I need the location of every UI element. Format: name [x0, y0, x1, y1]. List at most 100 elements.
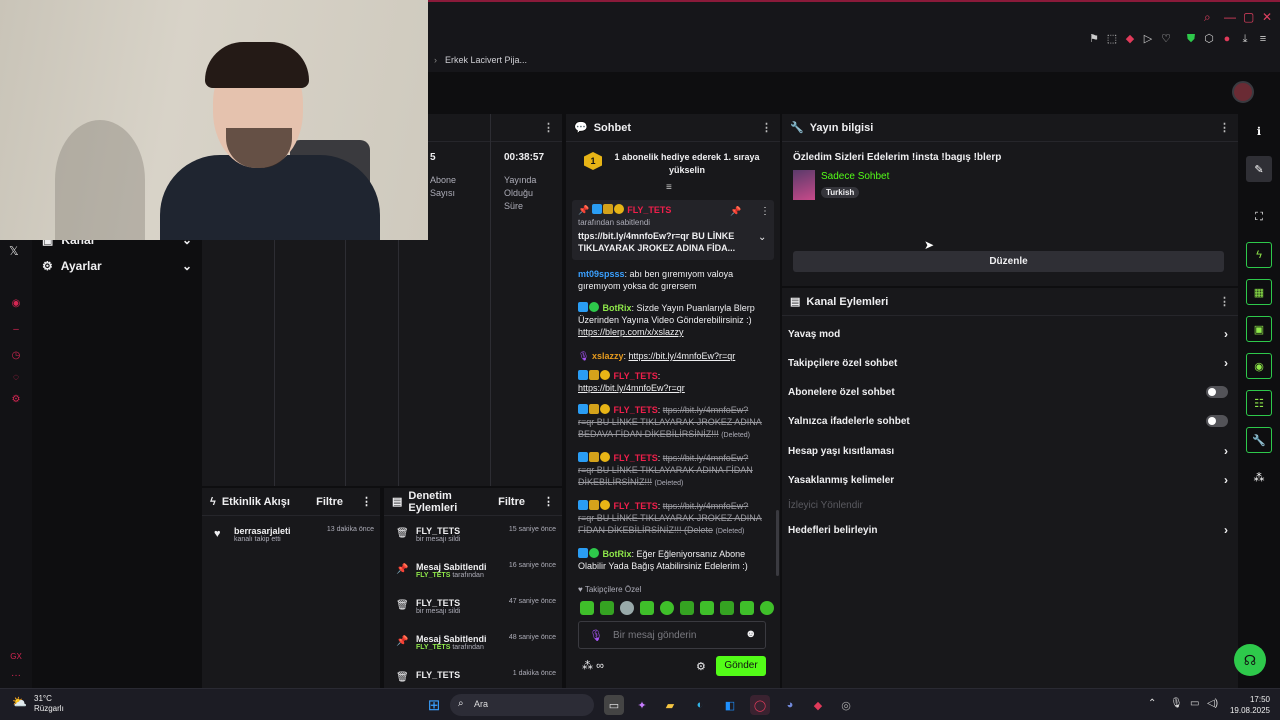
- action-set-goals[interactable]: Hedefleri belirleyin ›: [788, 518, 1228, 542]
- chat-scrollbar[interactable]: [776, 510, 779, 576]
- chat-message[interactable]: FLY_TETS: https://bit.ly/4mnfoEw?r=qr: [578, 370, 768, 394]
- layout-icon[interactable]: ☷: [1246, 390, 1272, 416]
- emote-icon[interactable]: [580, 601, 594, 615]
- play-icon[interactable]: ▷: [1141, 32, 1155, 46]
- minimize-icon[interactable]: —: [1224, 10, 1236, 24]
- action-account-age[interactable]: Hesap yaşı kısıtlaması ›: [788, 439, 1228, 463]
- profile-icon[interactable]: ●: [1220, 32, 1234, 46]
- avatar[interactable]: [1232, 81, 1254, 103]
- chat-input[interactable]: 🎙 Bir mesaj gönderin ☻: [578, 621, 766, 649]
- action-banned-words[interactable]: Yasaklanmış kelimeler ›: [788, 468, 1228, 492]
- chat-settings-gear-icon[interactable]: ⚙: [696, 660, 706, 673]
- chat-message[interactable]: FLY_TETS: ttps://bit.ly/4mnfoEw? r=qr BU …: [578, 452, 768, 490]
- subscribers-only-toggle[interactable]: [1206, 386, 1228, 398]
- kebab-icon[interactable]: ⋮: [543, 121, 554, 134]
- copilot-icon[interactable]: ✦: [632, 695, 652, 715]
- emote-only-toggle[interactable]: [1206, 415, 1228, 427]
- pinned-message[interactable]: 📌 FLY_TETS tarafından sabitlendi ttps://…: [572, 200, 774, 260]
- pocket-icon[interactable]: ◆: [1123, 32, 1137, 46]
- chat-bubble-icon[interactable]: ◌: [9, 372, 23, 386]
- emote-icon[interactable]: [740, 601, 754, 615]
- pocket-app-icon[interactable]: ◆: [808, 695, 828, 715]
- filter-button[interactable]: Filtre: [498, 496, 525, 508]
- puzzle-icon[interactable]: ⁂: [1246, 464, 1272, 490]
- extensions-icon[interactable]: ⬡: [1202, 32, 1216, 46]
- heart-icon[interactable]: ♡: [1159, 32, 1173, 46]
- filter-button[interactable]: Filtre: [316, 496, 343, 508]
- menu-icon[interactable]: ≡: [1256, 32, 1270, 46]
- chevron-up-icon[interactable]: ⌃: [1148, 698, 1156, 709]
- settings-gear-icon[interactable]: ⚙: [9, 394, 23, 408]
- gx-logo-icon[interactable]: GX: [9, 652, 23, 666]
- weather-widget[interactable]: 31°C Rüzgarlı: [34, 694, 64, 714]
- broadcast-icon[interactable]: ◉: [1246, 353, 1272, 379]
- emote-icon[interactable]: [680, 601, 694, 615]
- chat-message[interactable]: 🎙 xslazzy: https://bit.ly/4mnfoEw?r=qr: [578, 350, 768, 362]
- volume-icon[interactable]: ◁): [1207, 698, 1218, 709]
- task-view-icon[interactable]: ▭: [604, 695, 624, 715]
- edge-icon[interactable]: ◐: [690, 695, 710, 715]
- search-icon[interactable]: ⌕: [1204, 10, 1211, 25]
- weather-icon[interactable]: ⛅: [12, 695, 27, 709]
- steam-icon[interactable]: ◎: [836, 695, 856, 715]
- kebab-icon[interactable]: ⋮: [543, 495, 554, 508]
- bookmark-tab[interactable]: Erkek Lacivert Pija...: [445, 55, 527, 65]
- action-followers-only[interactable]: Takipçilere özel sohbet ›: [788, 351, 1228, 375]
- kebab-icon[interactable]: ⋮: [1219, 295, 1230, 308]
- pin-icon[interactable]: 📌: [730, 206, 741, 217]
- emote-icon[interactable]: [660, 601, 674, 615]
- audit-item[interactable]: 🗑 FLY_TETS bir mesajı sildi 15 saniye önc…: [394, 526, 556, 543]
- clock[interactable]: 17:50 19.08.2025: [1228, 694, 1270, 716]
- snapshot-icon[interactable]: ⬚: [1105, 32, 1119, 46]
- event-item[interactable]: ♥ berrasarjaleti kanalı takip etti 13 da…: [212, 526, 374, 543]
- close-icon[interactable]: ✕: [1262, 10, 1272, 24]
- kebab-icon[interactable]: ⋮: [361, 495, 372, 508]
- monitor-icon[interactable]: ▭: [1190, 698, 1199, 709]
- maximize-icon[interactable]: ▢: [1243, 10, 1254, 24]
- emote-icon[interactable]: [760, 601, 774, 615]
- shield-icon[interactable]: ⛊: [1184, 32, 1198, 46]
- outlook-icon[interactable]: ◧: [720, 695, 740, 715]
- discord-icon[interactable]: ◕: [780, 695, 800, 715]
- support-headset-icon[interactable]: ☊: [1234, 644, 1266, 676]
- bolt-icon[interactable]: ϟ: [1246, 242, 1272, 268]
- action-subscribers-only[interactable]: Abonelere özel sohbet: [788, 380, 1228, 404]
- audit-item[interactable]: 🗑 FLY_TETS 1 dakika önce: [394, 670, 556, 683]
- kebab-icon[interactable]: ⋮: [761, 121, 772, 134]
- x-icon[interactable]: 𝕏: [9, 244, 19, 258]
- windows-start-icon[interactable]: ⊞: [424, 695, 444, 715]
- chat-message[interactable]: FLY_TETS: ttps://bit.ly/4mnfoEw? r=qr BU …: [578, 500, 768, 538]
- emote-icon[interactable]: [640, 601, 654, 615]
- kebab-icon[interactable]: ⋮: [1219, 121, 1230, 134]
- pencil-icon[interactable]: ✎: [1246, 156, 1272, 182]
- emote-icon[interactable]: [620, 601, 634, 615]
- mic-icon[interactable]: 🎙: [589, 629, 603, 642]
- audit-item[interactable]: 📌 Mesaj Sabitlendi FLY_TETS tarafından 16…: [394, 562, 556, 579]
- document-icon[interactable]: ▦: [1246, 279, 1272, 305]
- kebab-icon[interactable]: ⋮: [760, 206, 770, 217]
- emote-icon[interactable]: [720, 601, 734, 615]
- chat-message[interactable]: BotRix: Sizde Yayın Puanlarıyla Blerp Üze…: [578, 302, 768, 338]
- crop-icon[interactable]: ⛶: [1246, 204, 1272, 230]
- action-slow-mode[interactable]: Yavaş mod ›: [788, 322, 1228, 346]
- bookmark-icon[interactable]: ⚑: [1087, 32, 1101, 46]
- edit-button[interactable]: Düzenle: [793, 251, 1224, 272]
- audit-item[interactable]: 📌 Mesaj Sabitlendi FLY_TETS tarafından 48…: [394, 634, 556, 651]
- nav-item-settings[interactable]: ⚙ Ayarlar ⌄: [42, 254, 192, 278]
- player-icon[interactable]: ◉: [9, 298, 23, 312]
- send-button[interactable]: Gönder: [716, 656, 766, 676]
- audit-item[interactable]: 🗑 FLY_TETS bir mesajı sildi 47 saniye önc…: [394, 598, 556, 615]
- collapse-icon[interactable]: ≡: [666, 182, 672, 193]
- emote-icon[interactable]: [700, 601, 714, 615]
- opera-gx-icon[interactable]: ◯: [750, 695, 770, 715]
- file-explorer-icon[interactable]: ▰: [660, 695, 680, 715]
- category-link[interactable]: Sadece Sohbet: [821, 171, 889, 182]
- mic-tray-icon[interactable]: 🎙: [1170, 698, 1183, 709]
- channel-points[interactable]: ⁂ ∞: [582, 659, 604, 672]
- info-icon[interactable]: ℹ: [1246, 118, 1272, 144]
- download-icon[interactable]: ⤓: [1238, 32, 1252, 46]
- history-icon[interactable]: ◷: [9, 350, 23, 364]
- more-icon[interactable]: ···: [9, 670, 23, 684]
- chat-message[interactable]: mt09spsss: abı ben gıremıyom valoya gırem…: [578, 268, 768, 292]
- action-emote-only[interactable]: Yalnızca ifadelerle sohbet: [788, 409, 1228, 433]
